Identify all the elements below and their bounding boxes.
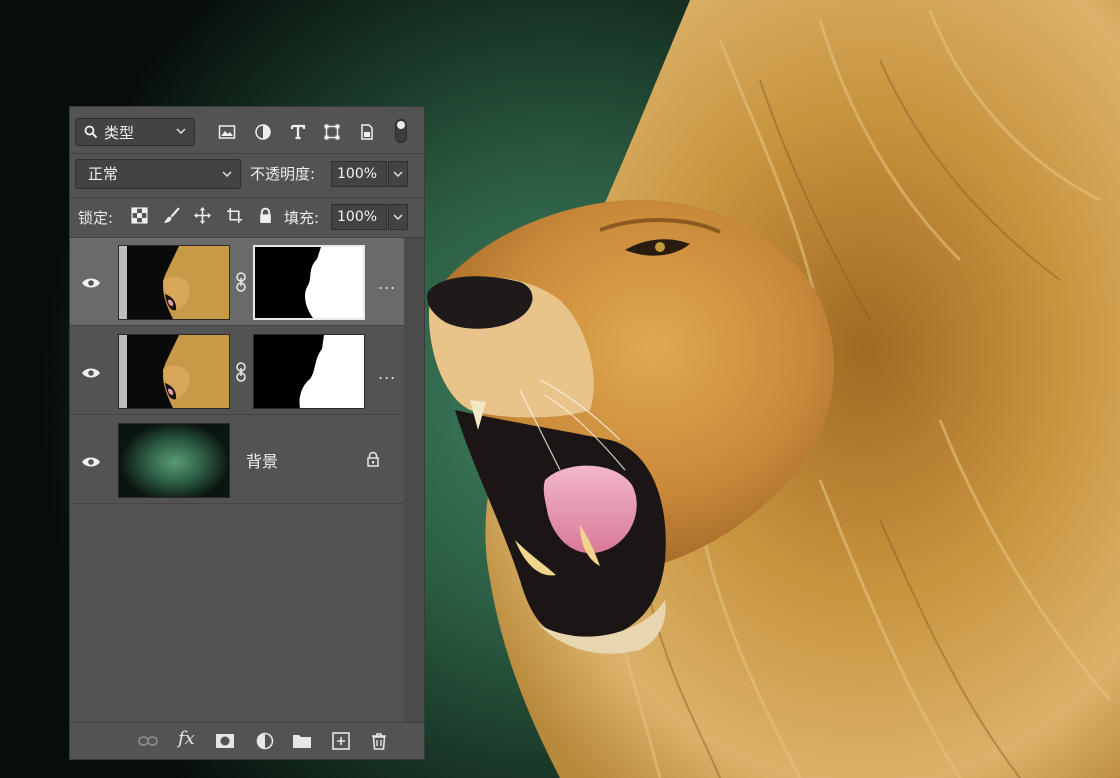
chevron-down-icon [393, 214, 403, 221]
smart-object-filter-icon[interactable] [358, 123, 376, 141]
lion-thumbnail-icon [119, 335, 229, 408]
link-icon[interactable] [235, 272, 247, 292]
layer-name: 背景 [246, 452, 279, 471]
opacity-input[interactable]: 100% [331, 161, 387, 187]
fill-dropdown-button[interactable] [388, 204, 408, 230]
adjustment-filter-icon[interactable] [254, 123, 272, 141]
mask-shape-icon [254, 335, 364, 408]
fill-label: 填充: [284, 209, 320, 227]
link-layers-icon[interactable] [138, 732, 158, 750]
layer-mask-thumbnail[interactable] [253, 245, 365, 320]
adjustment-icon[interactable] [255, 732, 275, 750]
layer-row-background[interactable]: 背景 [70, 416, 404, 504]
chevron-down-icon [393, 171, 403, 178]
artboard-icon[interactable] [226, 207, 243, 224]
layer-thumbnail[interactable] [118, 423, 230, 498]
mask-icon[interactable] [215, 732, 235, 750]
checker-icon[interactable] [131, 207, 148, 224]
layer-thumbnail[interactable] [118, 334, 230, 409]
blend-mode-dropdown[interactable]: 正常 [75, 159, 241, 189]
layers-scrollbar[interactable] [404, 238, 424, 724]
lock-label: 锁定: [78, 209, 114, 227]
filter-toggle-switch[interactable] [395, 119, 407, 143]
lock-bar: 锁定: 填充: 100% [70, 197, 424, 237]
layer-more-button[interactable]: ... [378, 274, 396, 293]
lock-icon[interactable] [366, 451, 380, 467]
eye-icon[interactable] [81, 456, 101, 468]
chevron-down-icon [176, 128, 186, 135]
lion-thumbnail-icon [119, 246, 229, 319]
blend-mode-label: 正常 [88, 165, 119, 183]
layers-footer: fx [70, 722, 424, 759]
move-icon[interactable] [194, 207, 211, 224]
filter-bar: 类型 [70, 107, 424, 153]
shape-filter-icon[interactable] [323, 123, 341, 141]
brush-icon[interactable] [163, 207, 180, 224]
lock-icon[interactable] [257, 207, 274, 224]
layer-thumbnail[interactable] [118, 245, 230, 320]
layer-more-button[interactable]: ... [378, 364, 396, 383]
opacity-label: 不透明度: [250, 165, 316, 183]
toggle-knob [397, 121, 405, 129]
eye-icon[interactable] [81, 277, 101, 289]
trash-icon[interactable] [369, 732, 389, 750]
layer-row-2[interactable]: ... [70, 327, 404, 415]
new-layer-icon[interactable] [331, 732, 351, 750]
fx-icon[interactable]: fx [178, 728, 202, 749]
layer-mask-thumbnail[interactable] [253, 334, 365, 409]
layers-panel: 类型 正常 不透明度: 100% 锁定: 填充: 100% ... ... 背景… [69, 106, 425, 760]
search-icon [84, 125, 98, 139]
mask-shape-icon [255, 247, 363, 318]
filter-kind-dropdown[interactable]: 类型 [75, 118, 195, 146]
layer-row-1[interactable]: ... [70, 238, 404, 326]
blend-bar: 正常 不透明度: 100% [70, 153, 424, 197]
chevron-down-icon [222, 171, 232, 178]
image-filter-icon[interactable] [218, 123, 236, 141]
eye-icon[interactable] [81, 367, 101, 379]
link-icon[interactable] [235, 362, 247, 382]
opacity-dropdown-button[interactable] [388, 161, 408, 187]
folder-icon[interactable] [292, 732, 312, 750]
fill-input[interactable]: 100% [331, 204, 387, 230]
filter-kind-label: 类型 [104, 123, 135, 142]
type-filter-icon[interactable] [289, 123, 307, 141]
